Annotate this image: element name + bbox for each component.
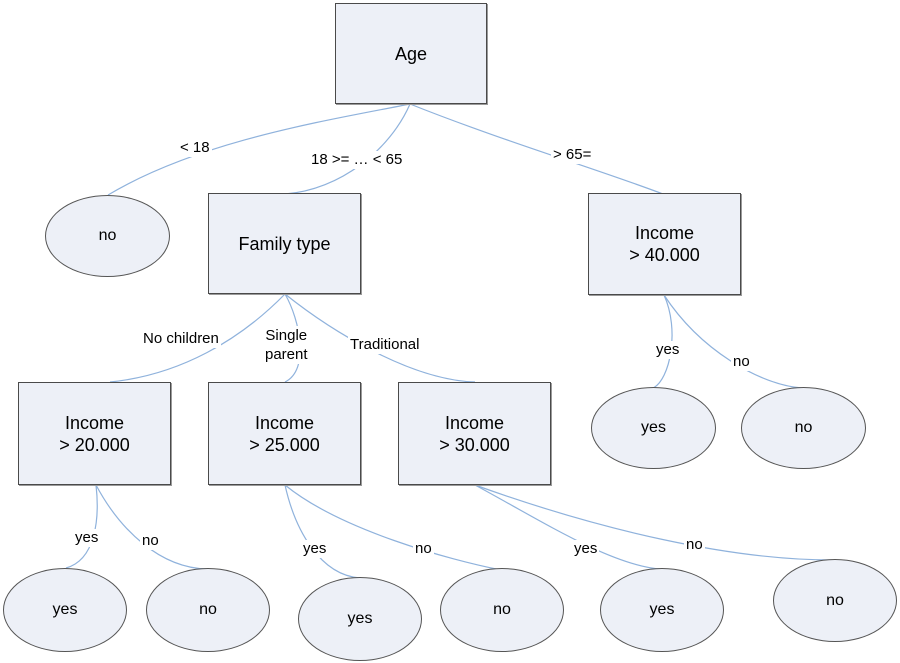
leaf-income40-yes: yes [591,387,716,469]
node-age: Age [335,3,487,104]
edge-age-mid [284,103,411,195]
edge-income30-no [474,484,833,561]
leaf-income25-yes: yes [298,577,422,661]
node-family-type: Family type [208,193,361,294]
edge-age-lt18 [107,103,411,196]
leaf-label: no [199,601,217,618]
node-age-label: Age [394,43,428,64]
leaf-label: no [794,419,813,436]
leaf-income20-no: no [146,568,270,652]
edge-label-income30-no: no [684,536,705,554]
leaf-income40-no: no [741,387,866,469]
leaf-income25-no: no [440,568,564,652]
node-income-25000: Income > 25.000 [208,382,361,485]
leaf-income30-yes: yes [600,568,724,652]
edge-income20-no [95,484,208,570]
edge-label-income25-no: no [413,540,434,558]
node-income-30000-label: Income > 30.000 [439,412,510,455]
edge-label-income30-yes: yes [572,540,600,558]
edge-label-age-mid: 18 >= … < 65 [309,151,405,169]
edge-label-age-lt18: < 18 [178,139,212,157]
edge-label-age-gt65: > 65= [551,146,594,164]
node-income-30000: Income > 30.000 [398,382,551,485]
node-income-40000: Income > 40.000 [588,193,741,295]
edge-income30-yes [474,484,661,570]
edge-label-income20-no: no [140,532,161,550]
node-income-20000-label: Income > 20.000 [59,412,130,455]
leaf-income30-no: no [773,559,897,642]
edge-label-income40-yes: yes [654,341,682,359]
node-family-type-label: Family type [238,233,331,254]
edge-age-gt65 [409,103,664,195]
leaf-label: no [493,601,511,618]
leaf-label: no [98,227,117,244]
leaf-age-lt18-no: no [45,195,170,277]
edge-label-income40-no: no [731,353,752,371]
edge-income20-yes [65,484,98,569]
leaf-income20-yes: yes [3,568,127,652]
node-income-20000: Income > 20.000 [18,382,171,485]
leaf-label: no [826,591,844,609]
leaf-label: yes [52,601,78,618]
leaf-label: yes [347,610,373,627]
edge-label-single-parent: Single parent [263,326,310,364]
edge-income40-no [663,294,803,389]
node-income-25000-label: Income > 25.000 [249,412,320,455]
edge-label-income20-yes: yes [73,529,101,547]
edge-income25-yes [284,484,361,579]
edge-label-no-children: No children [141,330,221,348]
leaf-label: yes [641,419,666,436]
edge-label-income25-yes: yes [301,540,329,558]
edge-label-traditional: Traditional [348,336,422,354]
leaf-label: yes [649,601,675,618]
node-income-40000-label: Income > 40.000 [629,223,700,265]
